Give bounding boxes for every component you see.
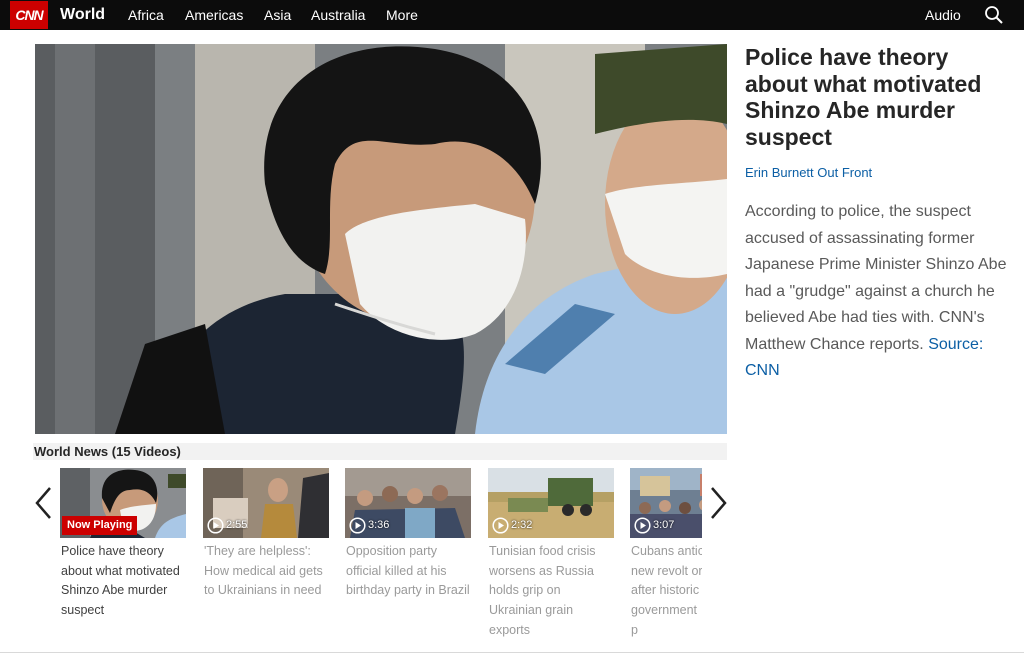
- video-duration: 2:55: [226, 519, 248, 531]
- video-thumbnail[interactable]: 2:55: [203, 468, 329, 538]
- playlist-item[interactable]: Now Playing Police have theory about wha…: [60, 468, 186, 621]
- video-headline: Police have theory about what motivated …: [745, 44, 982, 150]
- playlist-item-title[interactable]: Tunisian food crisis worsens as Russia h…: [488, 542, 614, 641]
- playlist-item-title[interactable]: Cubans antic new revolt or after histori…: [630, 542, 702, 641]
- description-text: According to police, the suspect accused…: [745, 203, 1007, 353]
- playlist-item[interactable]: 3:36 Opposition party official killed at…: [345, 468, 471, 601]
- chevron-right-icon[interactable]: [710, 486, 728, 520]
- video-thumbnail[interactable]: 3:36: [345, 468, 471, 538]
- playlist-item-title[interactable]: 'They are helpless': How medical aid get…: [203, 542, 329, 601]
- playlist-item[interactable]: 2:55 'They are helpless': How medical ai…: [203, 468, 329, 601]
- play-icon: [207, 517, 224, 534]
- now-playing-badge: Now Playing: [62, 516, 138, 535]
- show-byline[interactable]: Erin Burnett Out Front: [745, 165, 872, 180]
- chevron-left-icon[interactable]: [34, 486, 52, 520]
- video-thumbnail[interactable]: 2:32: [488, 468, 614, 538]
- playlist-item-title[interactable]: Opposition party official killed at his …: [345, 542, 471, 601]
- video-carousel: Now Playing Police have theory about wha…: [60, 468, 702, 643]
- section-title[interactable]: World: [60, 4, 105, 26]
- nav-link-americas[interactable]: Americas: [185, 5, 243, 25]
- video-duration: 2:32: [511, 519, 533, 531]
- video-description: According to police, the suspect accused…: [745, 199, 1017, 385]
- video-thumbnail[interactable]: 3:07: [630, 468, 702, 538]
- search-icon[interactable]: [984, 5, 1004, 25]
- playlist-item[interactable]: 2:32 Tunisian food crisis worsens as Rus…: [488, 468, 614, 641]
- top-nav: CNN World Africa Americas Asia Australia…: [0, 0, 1024, 30]
- play-icon: [634, 517, 651, 534]
- video-duration: 3:36: [368, 519, 390, 531]
- cnn-logo[interactable]: CNN: [10, 1, 48, 29]
- nav-link-australia[interactable]: Australia: [311, 5, 365, 25]
- nav-link-africa[interactable]: Africa: [128, 5, 164, 25]
- play-icon: [492, 517, 509, 534]
- divider: [0, 652, 1024, 653]
- video-thumbnail[interactable]: Now Playing: [60, 468, 186, 538]
- video-duration: 3:07: [653, 519, 675, 531]
- nav-link-more[interactable]: More: [386, 5, 418, 25]
- nav-link-audio[interactable]: Audio: [925, 5, 961, 25]
- playlist-title: World News (15 Videos): [34, 444, 181, 459]
- playlist-item[interactable]: 3:07 Cubans antic new revolt or after hi…: [630, 468, 702, 641]
- playlist-item-title[interactable]: Police have theory about what motivated …: [60, 542, 186, 621]
- playlist-header: World News (15 Videos): [33, 443, 727, 460]
- play-icon: [349, 517, 366, 534]
- nav-link-asia[interactable]: Asia: [264, 5, 291, 25]
- video-player[interactable]: [35, 44, 727, 434]
